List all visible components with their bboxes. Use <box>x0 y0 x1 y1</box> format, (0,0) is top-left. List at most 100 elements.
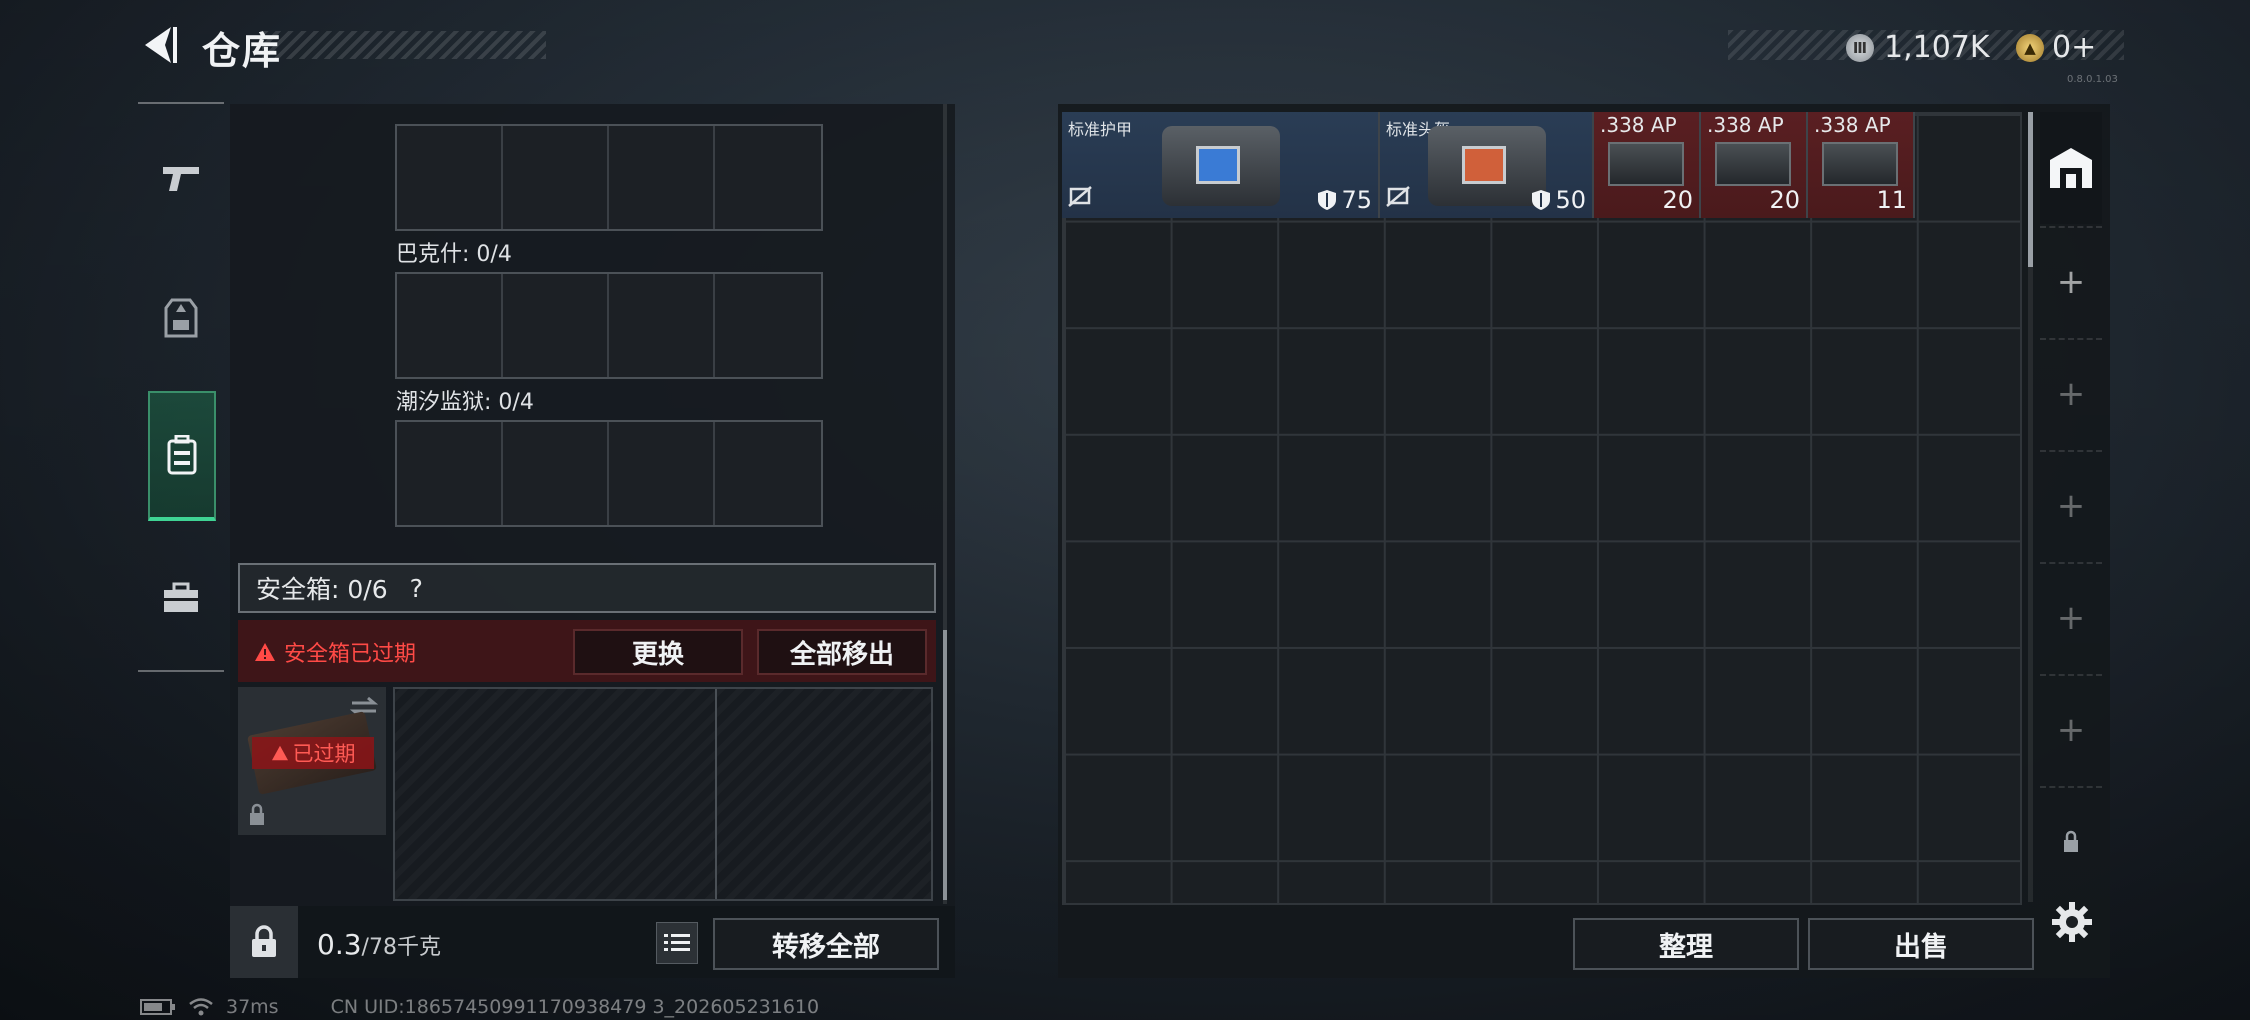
toolbox-icon <box>164 582 198 612</box>
item-durability-value: 50 <box>1555 186 1586 214</box>
sort-button[interactable]: 整理 <box>1573 918 1799 970</box>
stash-scrollbar-thumb[interactable] <box>2028 112 2033 267</box>
lock-icon <box>2064 830 2078 852</box>
currency-silver-value: 1,107K <box>1884 30 1990 65</box>
weight-lock-button[interactable] <box>230 906 298 978</box>
warning-icon <box>271 745 288 761</box>
item-name: .338 AP <box>1814 113 1891 137</box>
item-ammo-338ap[interactable]: .338 AP 20 <box>1701 112 1808 218</box>
safe-box-warning-text: 安全箱已过期 <box>284 642 417 667</box>
grid-slot[interactable] <box>503 126 609 229</box>
item-name: 标准护甲 <box>1068 120 1133 139</box>
settings-button[interactable] <box>2050 900 2094 948</box>
plus-icon: + <box>2056 262 2086 302</box>
sell-button[interactable]: 出售 <box>1808 918 2034 970</box>
status-bar: 37ms CN UID:18657450991170938479 3_20260… <box>140 996 819 1018</box>
grid-slot[interactable] <box>503 422 609 525</box>
section-label-bakshi: 巴克什: 0/4 <box>396 242 512 267</box>
item-ammo-338ap[interactable]: .338 AP 20 <box>1594 112 1701 218</box>
lock-icon <box>252 925 276 957</box>
item-count: 20 <box>1769 186 1800 214</box>
item-count: 11 <box>1876 186 1907 214</box>
back-arrow-icon <box>145 27 177 63</box>
no-insure-icon <box>1068 186 1092 212</box>
stash-tab-add-2[interactable]: + <box>2040 338 2102 448</box>
grid-slot[interactable] <box>715 422 821 525</box>
ammo-box-image <box>1822 142 1898 186</box>
transfer-all-button[interactable]: 转移全部 <box>713 918 939 970</box>
page-title: 仓库 <box>202 29 283 73</box>
item-count: 20 <box>1662 186 1693 214</box>
armor-vest-icon <box>164 298 198 338</box>
plus-icon: + <box>2056 486 2086 526</box>
remove-all-button[interactable]: 全部移出 <box>757 629 927 675</box>
grid-divider <box>715 689 717 899</box>
grid-slot[interactable] <box>397 422 503 525</box>
nav-item-weapons[interactable] <box>138 118 224 238</box>
warning-icon <box>255 643 275 661</box>
stash-tab-add-5[interactable]: + <box>2040 674 2102 784</box>
left-scrollbar-thumb[interactable] <box>943 630 947 900</box>
shield-icon <box>1532 190 1551 210</box>
pistol-icon <box>163 167 199 191</box>
stash-grid[interactable] <box>1062 112 2022 905</box>
backpack-icon <box>167 435 197 475</box>
grid-slot[interactable] <box>609 422 715 525</box>
shield-icon <box>1318 190 1337 210</box>
grid-slot[interactable] <box>715 126 821 229</box>
replace-button[interactable]: 更换 <box>573 629 743 675</box>
nav-item-toolbox[interactable] <box>138 538 224 658</box>
safe-box-help[interactable]: ? <box>410 574 423 603</box>
safe-box-label: 安全箱: 0/6 <box>256 575 388 604</box>
weight-max: /78千克 <box>361 935 441 960</box>
ammo-box-image <box>1715 142 1791 186</box>
item-ammo-338ap[interactable]: .338 AP 11 <box>1808 112 1915 218</box>
item-durability-value: 75 <box>1341 186 1372 214</box>
container-grid-1[interactable] <box>395 124 823 231</box>
container-grid-bakshi[interactable] <box>395 272 823 379</box>
version-label: 0.8.0.1.03 <box>2067 74 2118 85</box>
nav-item-armor[interactable] <box>138 258 224 378</box>
grid-slot[interactable] <box>609 274 715 377</box>
weight-current: 0.3 <box>317 928 362 961</box>
item-standard-armor[interactable]: 标准护甲 75 <box>1062 112 1380 218</box>
list-view-button[interactable] <box>656 922 698 964</box>
nav-divider-bottom <box>138 670 224 672</box>
plus-icon: + <box>2056 374 2086 414</box>
wifi-icon <box>189 998 213 1016</box>
safe-box-grid[interactable] <box>393 687 933 901</box>
currency-gold-value: 0+ <box>2052 30 2097 65</box>
stash-icon <box>2050 148 2092 188</box>
container-grid-tidal-prison[interactable] <box>395 420 823 527</box>
battery-icon <box>140 999 175 1015</box>
grid-slot[interactable] <box>397 274 503 377</box>
stash-tab-add-3[interactable]: + <box>2040 450 2102 560</box>
item-durability: 50 <box>1531 186 1586 214</box>
stash-tab-add-4[interactable]: + <box>2040 562 2102 672</box>
list-icon <box>664 934 690 951</box>
helmet-image <box>1428 126 1546 206</box>
back-button[interactable] <box>138 22 180 68</box>
no-insure-icon <box>1386 186 1410 212</box>
item-standard-helmet[interactable]: 标准头盔 50 <box>1380 112 1594 218</box>
plus-icon: + <box>2056 710 2086 750</box>
uid-text: CN UID:18657450991170938479 3_2026052316… <box>330 996 820 1018</box>
grid-slot[interactable] <box>503 274 609 377</box>
expired-tag: 已过期 <box>252 737 374 769</box>
currency-silver[interactable]: Ⅲ 1,107K <box>1846 30 1990 65</box>
currency-gold[interactable]: ▲ 0+ <box>2016 30 2096 65</box>
grid-slot[interactable] <box>609 126 715 229</box>
stash-tab-locked[interactable] <box>2040 786 2102 896</box>
stash-tab-main[interactable] <box>2040 112 2102 224</box>
safe-box-slot[interactable]: 已过期 <box>238 687 386 835</box>
silver-coin-icon: Ⅲ <box>1846 33 1874 62</box>
grid-slot[interactable] <box>715 274 821 377</box>
nav-divider-top <box>138 102 224 104</box>
lock-icon <box>250 803 264 825</box>
item-name: .338 AP <box>1707 113 1784 137</box>
expired-tag-text: 已过期 <box>292 742 356 766</box>
grid-slot[interactable] <box>397 126 503 229</box>
nav-item-backpack[interactable] <box>148 391 216 521</box>
armor-image <box>1162 126 1280 206</box>
stash-tab-add-1[interactable]: + <box>2040 226 2102 336</box>
